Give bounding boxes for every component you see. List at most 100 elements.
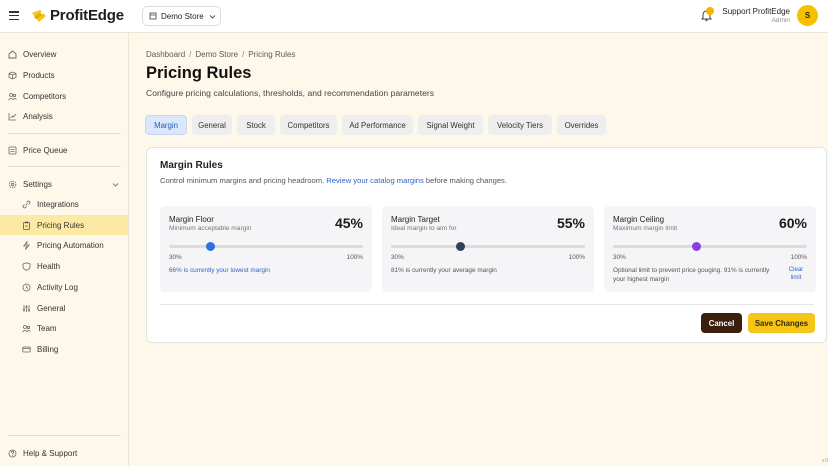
panel-value: 60% (778, 215, 807, 231)
slider-min: 30% (391, 254, 404, 261)
sidebar-item-activity-log[interactable]: Activity Log (0, 277, 128, 297)
breadcrumb-separator: / (242, 50, 245, 59)
tab-velocity-tiers[interactable]: Velocity Tiers (488, 115, 552, 135)
panel-subtitle: Maximum margin limit (613, 225, 678, 232)
user-info[interactable]: Support ProfitEdge Admin (722, 7, 790, 24)
tab-signal-weight[interactable]: Signal Weight (418, 115, 483, 135)
sidebar-item-general[interactable]: General (0, 298, 128, 318)
sidebar-item-billing[interactable]: Billing (0, 339, 128, 359)
save-changes-button[interactable]: Save Changes (748, 313, 815, 333)
panel-subtitle: Ideal margin to aim for (391, 225, 457, 232)
sidebar-item-label: Team (37, 323, 57, 333)
store-icon (149, 12, 157, 20)
sidebar-item-settings[interactable]: Settings (0, 174, 128, 194)
sidebar-divider (8, 133, 121, 134)
sidebar-item-label: Health (37, 261, 61, 271)
sidebar-item-label: Settings (23, 179, 52, 189)
panel-title: Margin Target (391, 215, 440, 224)
tab-overrides[interactable]: Overrides (557, 115, 606, 135)
slider-min: 30% (169, 254, 182, 261)
app-logo[interactable]: ProfitEdge (31, 7, 124, 24)
breadcrumb-separator: / (189, 50, 192, 59)
panel-note: 81% is currently your average margin (391, 267, 497, 274)
help-icon (8, 449, 17, 457)
card-desc-text: Control minimum margins and pricing head… (160, 176, 327, 185)
clear-limit-link[interactable]: Clear limit (785, 266, 807, 282)
breadcrumb-dashboard[interactable]: Dashboard (146, 50, 185, 59)
chart-icon (8, 112, 17, 120)
margin-floor-slider[interactable] (169, 242, 363, 251)
sidebar-item-pricing-automation[interactable]: Pricing Automation (0, 235, 128, 255)
avatar[interactable]: S (797, 5, 818, 26)
tab-stock[interactable]: Stock (237, 115, 275, 135)
slider-thumb[interactable] (691, 242, 701, 251)
panel-value: 55% (556, 215, 585, 231)
sidebar-item-label: Price Queue (23, 145, 68, 155)
card-desc-text: before making changes. (423, 176, 507, 185)
panel-note[interactable]: 66% is currently your lowest margin (169, 266, 270, 275)
panel-subtitle: Minimum acceptable margin (169, 225, 252, 232)
box-icon (8, 71, 17, 79)
sidebar-footer-label: Help & Support (23, 448, 78, 458)
store-select-value: Demo Store (161, 11, 204, 21)
sidebar-item-help-support[interactable]: Help & Support (0, 443, 128, 463)
sidebar-item-integrations[interactable]: Integrations (0, 194, 128, 214)
margin-ceiling-panel: Margin Ceiling Maximum margin limit 60% … (604, 206, 816, 292)
sidebar-divider (8, 166, 121, 167)
menu-icon[interactable] (9, 11, 19, 21)
tab-competitors[interactable]: Competitors (280, 115, 337, 135)
sidebar-item-pricing-rules[interactable]: Pricing Rules (0, 215, 128, 235)
breadcrumb-current: Pricing Rules (248, 50, 296, 59)
sidebar-item-label: Integrations (37, 199, 79, 209)
panel-value: 45% (334, 215, 363, 231)
top-bar: ProfitEdge Demo Store Support ProfitEdge… (0, 0, 828, 33)
home-icon (8, 49, 17, 58)
sidebar: Overview Products Competitors Analysis P… (0, 33, 129, 466)
margin-target-panel: Margin Target Ideal margin to aim for 55… (382, 206, 594, 292)
slider-max: 100% (346, 254, 363, 261)
user-name: Support ProfitEdge (722, 7, 790, 16)
sidebar-item-team[interactable]: Team (0, 318, 128, 338)
sidebar-item-label: Pricing Rules (37, 220, 85, 230)
breadcrumb-store[interactable]: Demo Store (195, 50, 238, 59)
slider-thumb[interactable] (206, 242, 216, 251)
slider-thumb[interactable] (455, 242, 465, 251)
breadcrumb: Dashboard / Demo Store / Pricing Rules (146, 50, 295, 59)
sidebar-item-label: Competitors (23, 91, 67, 101)
panel-title: Margin Floor (169, 215, 214, 224)
link-icon (22, 200, 31, 208)
chevron-down-icon (112, 182, 119, 187)
sidebar-item-products[interactable]: Products (0, 65, 128, 85)
card-icon (22, 346, 31, 352)
panel-note: Optional limit to prevent price gouging.… (613, 267, 770, 283)
tab-general[interactable]: General (192, 115, 232, 135)
sidebar-item-label: Analysis (23, 111, 53, 121)
store-select[interactable]: Demo Store (142, 6, 221, 26)
tab-margin[interactable]: Margin (145, 115, 187, 135)
clock-icon (22, 283, 31, 291)
review-margins-link[interactable]: Review your catalog margins (326, 176, 424, 185)
sidebar-item-label: General (37, 303, 66, 313)
logo-tag-icon (32, 9, 46, 22)
sidebar-item-analysis[interactable]: Analysis (0, 106, 128, 126)
page-subtitle: Configure pricing calculations, threshol… (146, 88, 435, 98)
page-title: Pricing Rules (146, 64, 252, 82)
margin-target-slider[interactable] (391, 242, 585, 251)
bolt-icon (22, 240, 31, 250)
chevron-down-icon (209, 14, 216, 19)
sidebar-item-overview[interactable]: Overview (0, 44, 128, 64)
margin-ceiling-slider[interactable] (613, 242, 807, 251)
gear-icon (8, 180, 17, 188)
cancel-button[interactable]: Cancel (701, 313, 742, 333)
sliders-icon (23, 304, 30, 312)
sidebar-item-label: Overview (23, 49, 57, 59)
card-divider (160, 304, 814, 305)
sidebar-item-health[interactable]: Health (0, 256, 128, 276)
clipboard-icon (23, 221, 30, 230)
slider-min: 30% (613, 254, 626, 261)
sidebar-item-label: Products (23, 70, 55, 80)
sidebar-item-price-queue[interactable]: Price Queue (0, 140, 128, 160)
panel-title: Margin Ceiling (613, 215, 665, 224)
tab-ad-performance[interactable]: Ad Performance (342, 115, 413, 135)
sidebar-item-competitors[interactable]: Competitors (0, 86, 128, 106)
